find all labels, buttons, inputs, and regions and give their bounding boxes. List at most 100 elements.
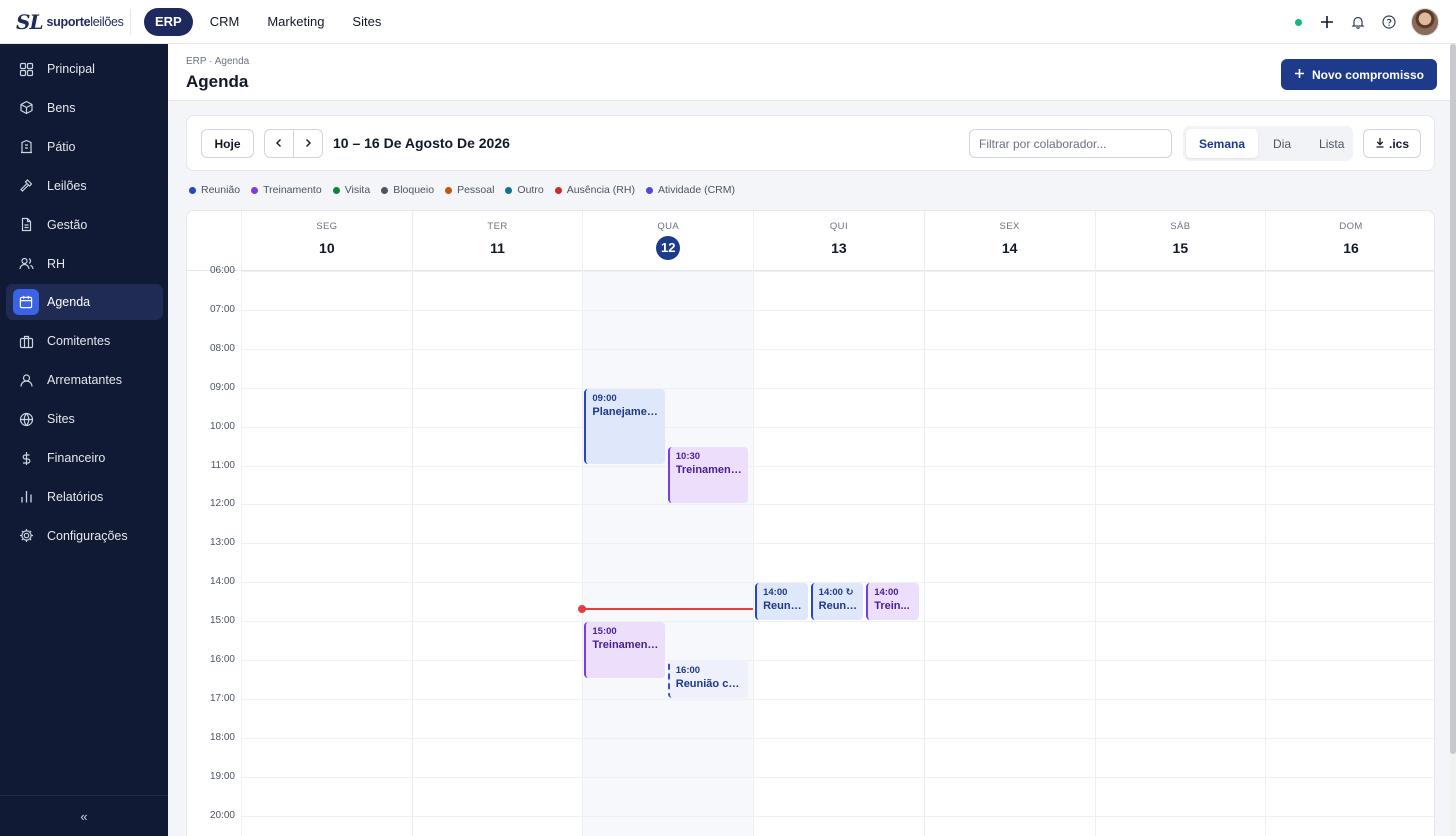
day-header[interactable]: SÁB 15 [1094, 211, 1266, 271]
day-column[interactable] [753, 271, 924, 836]
page-header: ERP · Agenda Agenda Novo compromisso [168, 44, 1450, 101]
top-nav-erp[interactable]: ERP [144, 7, 193, 36]
sidebar-item-configuracoes[interactable]: Configurações [6, 518, 163, 554]
day-column[interactable] [582, 271, 754, 836]
chevron-right-icon [303, 137, 313, 151]
event-time: 15:00 [592, 626, 617, 638]
brand-logo[interactable]: SL suporteleilões [0, 8, 131, 35]
today-button[interactable]: Hoje [201, 129, 254, 158]
legend-item: Atividade (CRM) [645, 184, 735, 196]
legend-dot [505, 186, 513, 194]
day-header[interactable]: SEX 14 [923, 211, 1095, 271]
calendar-event[interactable]: 10:30 Treinament... [667, 447, 749, 504]
legend-item: Outro [505, 184, 544, 196]
new-appointment-button[interactable]: Novo compromisso [1280, 59, 1437, 90]
event-title: Reunião co... [675, 678, 743, 690]
day-header[interactable]: QUA 12 [582, 211, 753, 271]
day-header[interactable]: SEG 10 [241, 211, 412, 271]
sidebar-item-leiloes[interactable]: Leilões [6, 168, 163, 204]
briefcase-icon [16, 331, 36, 351]
top-bar: SL suporteleilões ERP CRM Marketing Sites [0, 0, 1456, 44]
view-dia[interactable]: Dia [1260, 129, 1304, 158]
sidebar-item-agenda[interactable]: Agenda [6, 284, 163, 321]
help-icon[interactable] [1380, 14, 1397, 31]
day-column[interactable] [241, 271, 412, 836]
hour-gridline [241, 387, 1434, 389]
legend-label: Ausência (RH) [566, 184, 635, 196]
sidebar-item-label: Pátio [47, 139, 76, 154]
hour-label: 09:00 [209, 381, 235, 393]
event-time: 10:30 [675, 451, 701, 463]
calendar-event[interactable]: 16:00 Reunião co... [667, 661, 749, 698]
day-number: 10 [319, 240, 335, 256]
sidebar-item-sites[interactable]: Sites [6, 401, 163, 437]
view-switcher: Semana Dia Lista [1183, 126, 1353, 161]
top-nav-sites[interactable]: Sites [341, 8, 392, 36]
top-nav-crm[interactable]: CRM [199, 8, 251, 36]
hour-label: 16:00 [209, 654, 235, 665]
legend-label: Outro [517, 184, 544, 196]
event-time: 14:00 [763, 587, 788, 599]
event-title: Reuni... [763, 600, 802, 613]
sidebar-item-financeiro[interactable]: Financeiro [6, 440, 163, 476]
calendar-event[interactable]: 09:00 Planejamen... [584, 388, 665, 465]
day-column[interactable] [1265, 271, 1434, 836]
week-calendar: SEG 10 TER 11 QUA 12 QUI 13 SEX 14 SÁB 15 DOM 16 06:00… [186, 210, 1435, 836]
scrollbar-thumb[interactable] [1450, 44, 1456, 754]
day-weekday: TER [487, 221, 508, 232]
calendar-event[interactable]: 14:00 Reuni... [755, 583, 808, 621]
day-number: 14 [1001, 240, 1018, 256]
hour-label: 06:00 [209, 265, 235, 276]
online-status-dot [1295, 18, 1302, 26]
sidebar-item-relatorios[interactable]: Relatórios [6, 479, 163, 515]
day-header[interactable]: TER 11 [411, 211, 583, 271]
legend-dot [189, 186, 196, 194]
plus-icon[interactable] [1318, 14, 1335, 31]
bell-icon[interactable] [1349, 14, 1366, 31]
view-lista[interactable]: Lista [1306, 129, 1357, 158]
sidebar-item-rh[interactable]: RH [6, 246, 163, 282]
legend-dot [381, 186, 389, 194]
event-time: 14:00 [874, 587, 899, 599]
hour-label: 14:00 [209, 576, 235, 588]
legend-item: Bloqueio [381, 184, 434, 196]
calendar-event[interactable]: 14:00 Trein... [866, 583, 919, 621]
legend-item: Visita [332, 184, 370, 196]
event-type-legend: Reunião Treinamento Visita Bloqueio Pessoal O… [189, 184, 735, 196]
hour-label: 12:00 [209, 498, 235, 510]
day-column[interactable] [923, 271, 1095, 836]
globe-icon [16, 409, 36, 429]
sidebar-item-bens[interactable]: Bens [6, 90, 163, 126]
avatar[interactable] [1411, 8, 1439, 36]
view-semana[interactable]: Semana [1186, 129, 1259, 158]
day-header[interactable]: DOM 16 [1265, 211, 1434, 271]
gavel-icon [16, 176, 36, 196]
hour-gridline [241, 465, 1434, 467]
day-header[interactable]: QUI 13 [753, 211, 924, 271]
calendar-event[interactable]: 14:00 ↻ Reuni... [810, 583, 864, 621]
day-column[interactable] [1094, 271, 1266, 836]
calendar-event[interactable]: 15:00 Treinament... [584, 622, 665, 679]
calendar-toolbar: Hoje 10 – 16 De Agosto De 2026 SemanaDia… [186, 115, 1435, 171]
sidebar-item-gestao[interactable]: Gestão [6, 207, 163, 243]
day-weekday: SEX [999, 221, 1020, 232]
hour-gridline [241, 348, 1434, 350]
sidebar-item-comitentes[interactable]: Comitentes [6, 323, 163, 359]
top-actions [1295, 8, 1439, 36]
prev-week-button[interactable] [264, 129, 294, 158]
next-week-button[interactable] [293, 129, 323, 158]
sidebar-item-patio[interactable]: Pátio [6, 129, 163, 165]
double-chevron-left-icon: « [80, 808, 88, 824]
day-column[interactable] [411, 271, 583, 836]
page-scrollbar[interactable] [1450, 44, 1456, 836]
day-number: 16 [1343, 240, 1359, 256]
collapse-sidebar-button[interactable]: « [0, 795, 168, 836]
collaborator-filter-input[interactable] [969, 129, 1172, 158]
export-ics-button[interactable]: .ics [1363, 129, 1421, 158]
sidebar-item-principal[interactable]: Principal [6, 51, 163, 87]
hour-label: 20:00 [209, 809, 235, 821]
day-weekday: SÁB [1170, 221, 1191, 232]
sidebar-item-arrematantes[interactable]: Arrematantes [6, 362, 163, 398]
sidebar-item-label: Bens [47, 100, 76, 115]
top-nav-marketing[interactable]: Marketing [256, 8, 335, 36]
